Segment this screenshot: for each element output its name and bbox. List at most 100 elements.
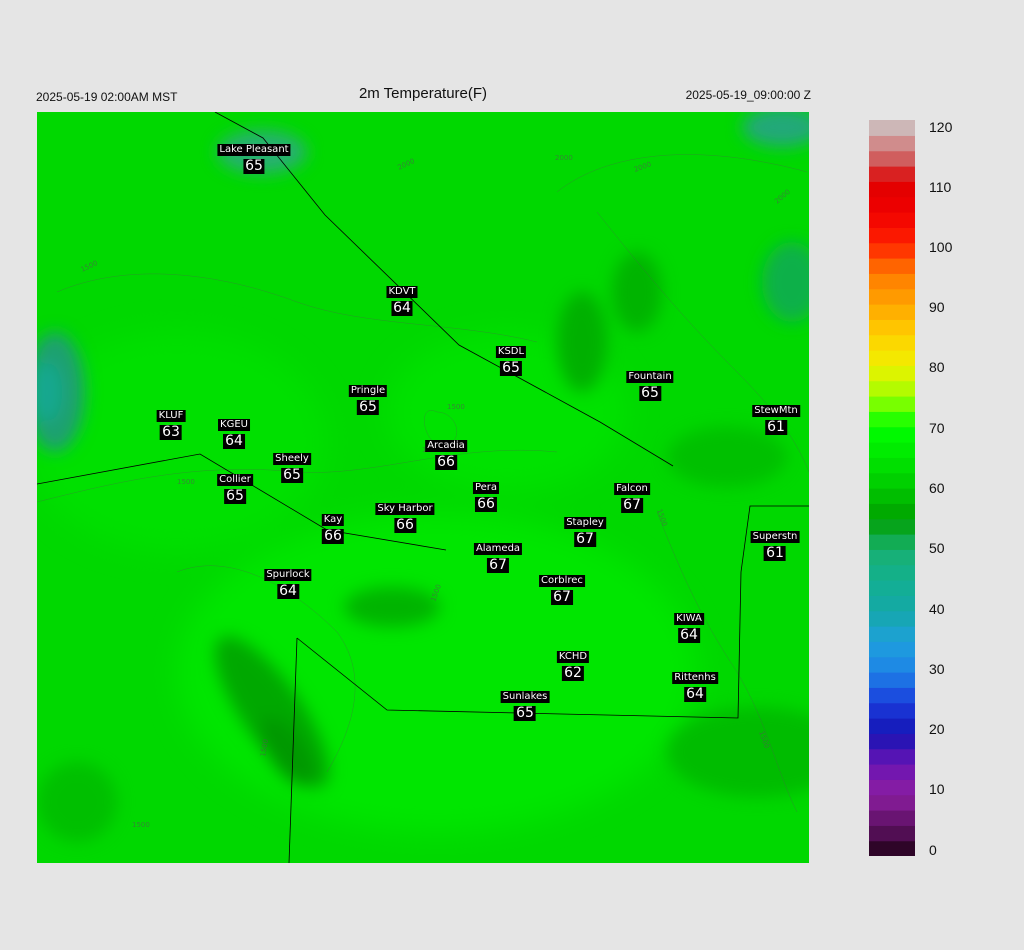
- station-name: KDVT: [386, 286, 418, 298]
- colorbar-band: [869, 457, 915, 474]
- station-temperature: 65: [224, 488, 246, 504]
- station-kchd[interactable]: KCHD 62: [556, 646, 590, 681]
- colorbar-band: [869, 580, 915, 596]
- station-arcadia[interactable]: Arcadia 66: [425, 435, 467, 470]
- station-sky-harbor[interactable]: Sky Harbor 66: [375, 498, 435, 533]
- colorbar-band: [869, 534, 915, 550]
- colorbar-band: [869, 212, 915, 228]
- colorbar-tick-label: 80: [929, 359, 945, 375]
- station-name: KLUF: [156, 410, 186, 422]
- colorbar-band: [869, 273, 915, 290]
- station-temperature: 64: [391, 300, 413, 316]
- colorbar-band: [869, 840, 915, 856]
- station-kay[interactable]: Kay 66: [321, 509, 345, 544]
- station-corblrec[interactable]: Corblrec 67: [539, 570, 585, 605]
- station-name: Sunlakes: [500, 691, 550, 703]
- station-temperature: 65: [281, 467, 303, 483]
- station-temperature: 66: [322, 528, 344, 544]
- station-name: Falcon: [614, 483, 650, 495]
- station-temperature: 64: [223, 433, 245, 449]
- colorbar-tick-label: 40: [929, 601, 945, 617]
- station-pringle[interactable]: Pringle 65: [348, 380, 388, 415]
- temperature-map[interactable]: 1500 1500 1500 1500 1500 1500 1500 2000 …: [37, 112, 809, 863]
- colorbar-band: [869, 304, 915, 320]
- colorbar-tick-label: 120: [929, 119, 953, 135]
- colorbar-band: [869, 442, 915, 458]
- colorbar-band: [869, 702, 915, 719]
- station-stewmtn[interactable]: StewMtn 61: [752, 400, 800, 435]
- colorbar-band: [869, 810, 915, 826]
- station-sunlakes[interactable]: Sunlakes 65: [500, 686, 550, 721]
- station-fountain[interactable]: Fountain 65: [626, 366, 674, 401]
- station-superstn[interactable]: Superstn 61: [750, 526, 800, 561]
- station-kgeu[interactable]: KGEU 64: [218, 414, 250, 449]
- station-alameda[interactable]: Alameda 67: [473, 538, 523, 573]
- contour-label: 1500: [177, 478, 195, 486]
- station-temperature: 67: [551, 589, 573, 605]
- station-temperature: 65: [639, 385, 661, 401]
- station-sheely[interactable]: Sheely 65: [273, 448, 311, 483]
- station-name: KGEU: [218, 419, 250, 431]
- station-temperature: 64: [678, 627, 700, 643]
- station-kdvt[interactable]: KDVT 64: [386, 281, 418, 316]
- colorbar-tick-label: 10: [929, 781, 945, 797]
- colorbar-band: [869, 488, 915, 504]
- colorbar-tick-label: 90: [929, 299, 945, 315]
- colorbar-band: [869, 120, 915, 136]
- colorbar-tick-label: 70: [929, 420, 945, 436]
- station-name: Pera: [472, 482, 500, 494]
- station-temperature: 61: [764, 545, 786, 561]
- station-name: Fountain: [626, 371, 674, 383]
- colorbar-band: [869, 503, 915, 520]
- station-temperature: 62: [562, 665, 584, 681]
- colorbar-band: [869, 610, 915, 627]
- station-kluf[interactable]: KLUF 63: [156, 405, 186, 440]
- station-name: KCHD: [556, 651, 590, 663]
- station-temperature: 65: [357, 399, 379, 415]
- colorbar-band: [869, 549, 915, 566]
- colorbar-band: [869, 641, 915, 658]
- station-ksdl[interactable]: KSDL 65: [495, 341, 527, 376]
- colorbar: [869, 120, 915, 856]
- station-name: Spurlock: [264, 569, 312, 581]
- station-stapley[interactable]: Stapley 67: [564, 512, 606, 547]
- station-temperature: 65: [514, 705, 536, 721]
- colorbar-band: [869, 242, 915, 259]
- colorbar-band: [869, 380, 915, 397]
- valid-time-label: 2025-05-19_09:00:00 Z: [685, 88, 811, 102]
- contour-label: 2000: [555, 154, 573, 162]
- station-falcon[interactable]: Falcon 67: [614, 478, 650, 513]
- station-name: KIWA: [674, 613, 704, 625]
- station-name: Stapley: [564, 517, 606, 529]
- station-lake-pleasant[interactable]: Lake Pleasant 65: [217, 139, 291, 174]
- colorbar-band: [869, 166, 915, 182]
- station-spurlock[interactable]: Spurlock 64: [264, 564, 312, 599]
- colorbar-band: [869, 687, 915, 704]
- station-collier[interactable]: Collier 65: [217, 469, 253, 504]
- colorbar-tick-label: 30: [929, 661, 945, 677]
- station-temperature: 66: [394, 517, 416, 533]
- colorbar-band: [869, 334, 915, 351]
- colorbar-band: [869, 181, 915, 198]
- colorbar-band: [869, 564, 915, 581]
- colorbar-band: [869, 718, 915, 734]
- station-name: Pringle: [348, 385, 388, 397]
- station-kiwa[interactable]: KIWA 64: [674, 608, 704, 643]
- station-temperature: 65: [243, 158, 265, 174]
- colorbar-band: [869, 365, 915, 382]
- station-name: Lake Pleasant: [217, 144, 291, 156]
- station-name: Collier: [217, 474, 253, 486]
- station-temperature: 67: [574, 531, 596, 547]
- colorbar-band: [869, 518, 915, 535]
- contour-label: 1500: [447, 403, 465, 411]
- station-name: KSDL: [495, 346, 527, 358]
- colorbar-band: [869, 227, 915, 244]
- station-pera[interactable]: Pera 66: [472, 477, 500, 512]
- station-name: Kay: [321, 514, 345, 526]
- colorbar-band: [869, 748, 915, 765]
- colorbar-band: [869, 350, 915, 366]
- colorbar-band: [869, 135, 915, 152]
- colorbar-band: [869, 656, 915, 673]
- colorbar-tick-label: 60: [929, 480, 945, 496]
- station-rittenhs[interactable]: Rittenhs 64: [672, 667, 718, 702]
